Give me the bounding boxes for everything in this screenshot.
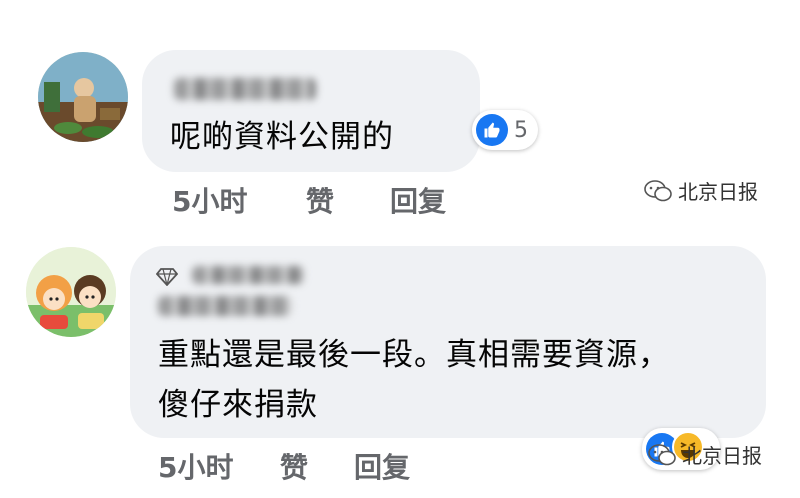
avatar-commenter-2[interactable] xyxy=(26,247,116,337)
comment-author-badge-2[interactable] xyxy=(192,266,304,284)
comment-bubble-1: 呢啲資料公開的 xyxy=(142,50,480,172)
reply-button-1[interactable]: 回复 xyxy=(390,180,446,220)
comment-text-1: 呢啲資料公開的 xyxy=(170,119,394,155)
watermark-text-1: 北京日报 xyxy=(678,180,758,204)
wechat-logo-icon xyxy=(648,443,676,465)
reaction-summary-1[interactable]: 5 xyxy=(472,110,538,150)
wechat-logo-icon xyxy=(644,179,672,201)
watermark-text-2: 北京日报 xyxy=(682,444,762,468)
avatar-commenter-1[interactable] xyxy=(38,52,128,142)
comment-time-1[interactable]: 5小时 xyxy=(172,180,247,220)
like-button-2[interactable]: 赞 xyxy=(280,446,308,486)
comment-bubble-2: 重點還是最後一段。真相需要資源， 傻仔來捐款 xyxy=(130,246,766,438)
comment-author-1[interactable] xyxy=(174,78,316,100)
watermark-1: 北京日报 xyxy=(644,176,758,205)
reply-button-2[interactable]: 回复 xyxy=(354,446,410,486)
comment-text-2-line-2: 傻仔來捐款 xyxy=(158,387,318,423)
like-button-1[interactable]: 赞 xyxy=(306,180,334,220)
watermark-2: 北京日报 xyxy=(648,440,762,469)
reaction-count-1: 5 xyxy=(514,117,528,143)
comment-author-2[interactable] xyxy=(158,296,292,316)
diamond-badge-icon xyxy=(156,268,178,286)
like-icon xyxy=(476,114,508,146)
comment-text-2-line-1: 重點還是最後一段。真相需要資源， xyxy=(158,337,670,373)
comment-time-2[interactable]: 5小时 xyxy=(158,446,233,486)
